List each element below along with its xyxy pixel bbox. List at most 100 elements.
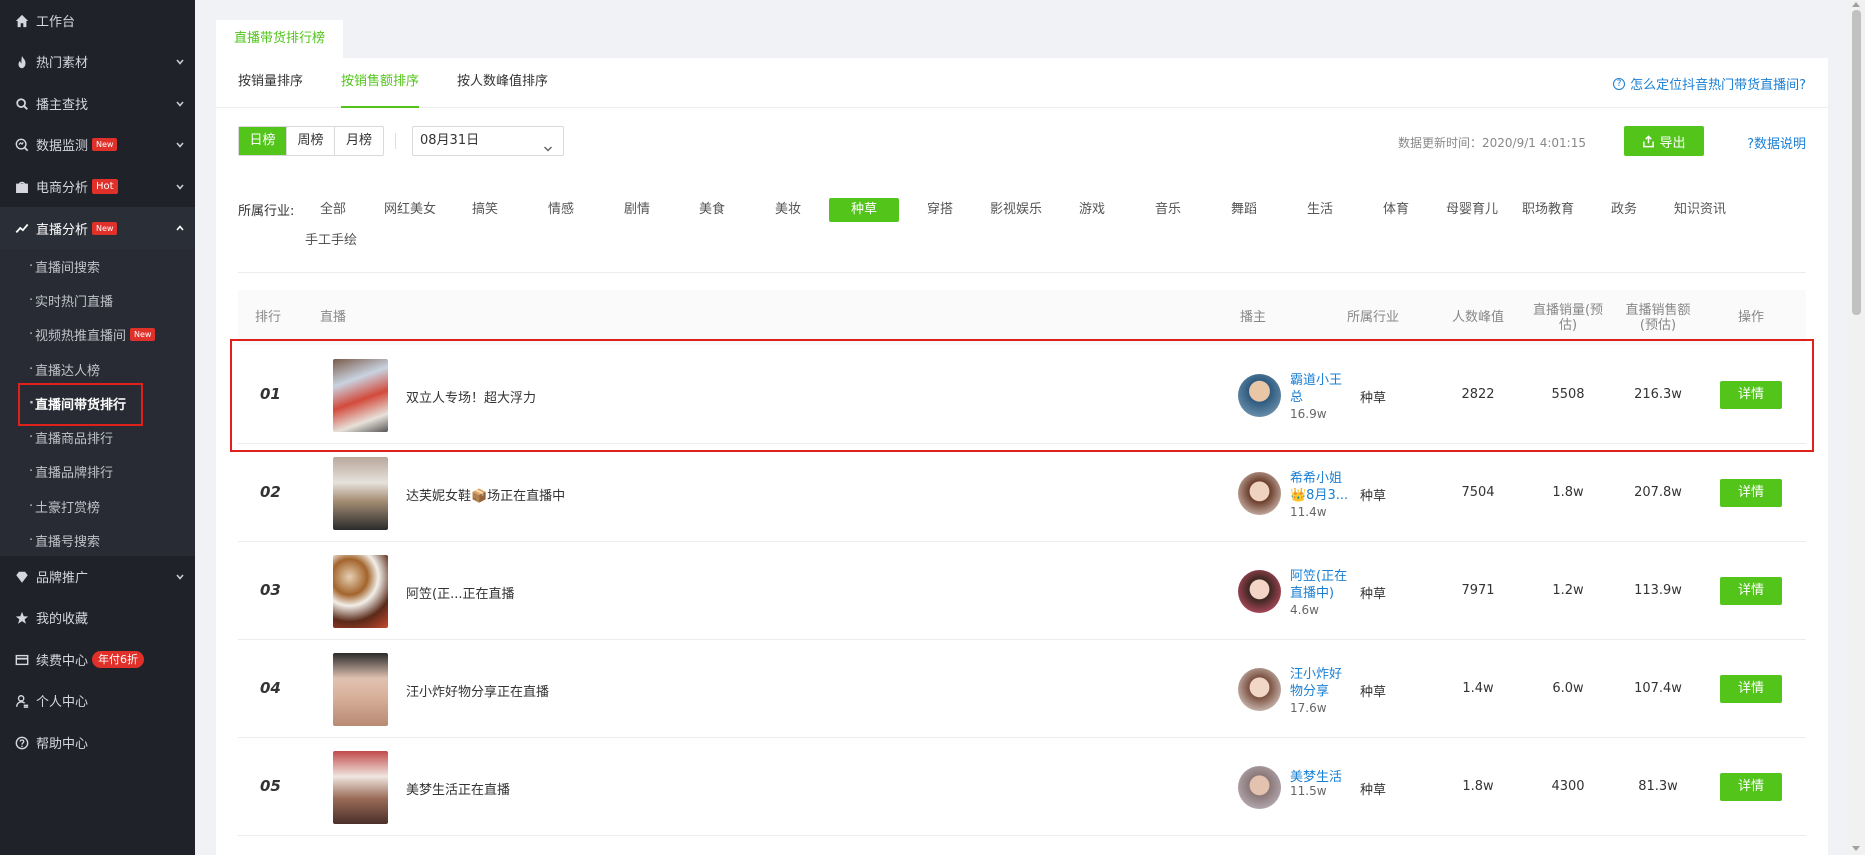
export-button[interactable]: 导出	[1624, 126, 1704, 156]
subnav-tip-rank[interactable]: 土豪打赏榜	[0, 489, 195, 523]
industry-chip[interactable]: 网红美女	[375, 198, 445, 222]
user-icon	[14, 693, 30, 709]
scroll-up-arrow[interactable]	[1852, 2, 1860, 7]
avatar[interactable]	[1238, 668, 1281, 711]
industry-chip[interactable]: 种草	[829, 198, 899, 222]
nav-personal[interactable]: 个人中心	[0, 680, 195, 722]
industry-chip[interactable]: 搞笑	[450, 198, 520, 222]
host-name[interactable]: 汪小炸好 物分享	[1290, 666, 1352, 700]
live-title[interactable]: 阿笠(正...正在直播	[406, 583, 514, 602]
data-explain-link[interactable]: ?数据说明	[1747, 133, 1806, 152]
th-peak: 人数峰值	[1451, 310, 1504, 325]
host-name-line1: 希希小姐	[1290, 471, 1343, 486]
table-row[interactable]: 04 汪小炸好物分享正在直播 汪小炸好 物分享 17.6w 种草 1.4w 6.0…	[238, 641, 1806, 738]
subnav-live-sales-rank[interactable]: 直播间带货排行	[0, 383, 195, 426]
avatar[interactable]	[1238, 766, 1281, 809]
detail-button[interactable]: 详情	[1720, 773, 1782, 801]
scroll-down-arrow[interactable]	[1852, 846, 1860, 851]
avatar[interactable]	[1238, 472, 1281, 515]
industry-chip[interactable]: 政务	[1589, 198, 1659, 222]
table-row[interactable]: 05 美梦生活正在直播 美梦生活 11.5w 种草 1.8w 4300 81.3…	[238, 739, 1806, 836]
live-thumbnail[interactable]	[333, 555, 388, 628]
subnav-product-rank[interactable]: 直播商品排行	[0, 420, 195, 454]
industry-chip[interactable]: 母婴育儿	[1437, 198, 1507, 222]
nav-renewal[interactable]: 续费中心 年付6折	[0, 639, 195, 681]
subnav-label: 直播达人榜	[35, 363, 101, 379]
period-selector: 日榜 周榜 月榜	[238, 126, 384, 156]
nav-brand-promo[interactable]: 品牌推广	[0, 556, 195, 598]
new-badge: New	[92, 221, 118, 235]
nav-help[interactable]: 帮助中心	[0, 722, 195, 764]
period-weekly[interactable]: 周榜	[287, 127, 335, 155]
industry-chip[interactable]: 剧情	[602, 198, 672, 222]
nav-hot-material[interactable]: 热门素材	[0, 41, 195, 83]
amount-cell: 207.8w	[1634, 485, 1682, 500]
subnav-realtime-hot[interactable]: 实时热门直播	[0, 283, 195, 317]
industry-chip[interactable]: 穿搭	[905, 198, 975, 222]
detail-button[interactable]: 详情	[1720, 577, 1782, 605]
industry-chip[interactable]: 手工手绘	[296, 229, 366, 253]
period-daily[interactable]: 日榜	[239, 127, 287, 155]
vertical-scrollbar[interactable]	[1848, 0, 1865, 855]
tab-sort-by-peak[interactable]: 按人数峰值排序	[457, 58, 548, 108]
table-row[interactable]: 02 达芙妮女鞋📦场正在直播中 希希小姐 👑8月3... 11.4w 种草 750…	[238, 445, 1806, 542]
tab-live-sales-ranking[interactable]: 直播带货排行榜	[216, 20, 344, 58]
subnav-video-hot-live[interactable]: 视频热推直播间New	[0, 317, 195, 351]
live-title[interactable]: 汪小炸好物分享正在直播	[406, 681, 549, 700]
industry-chip[interactable]: 影视娱乐	[981, 198, 1051, 222]
subnav-live-talent[interactable]: 直播达人榜	[0, 352, 195, 386]
industry-chip[interactable]: 职场教育	[1513, 198, 1583, 222]
live-thumbnail[interactable]	[333, 751, 388, 824]
host-name[interactable]: 希希小姐 👑8月3...	[1290, 470, 1352, 504]
nav-live-analysis[interactable]: 直播分析 New	[0, 207, 195, 249]
industry-chip[interactable]: 游戏	[1057, 198, 1127, 222]
th-sales-qty: 直播销量(预估)	[1532, 302, 1604, 333]
industry-chip[interactable]: 音乐	[1133, 198, 1203, 222]
monitor-icon	[14, 137, 30, 153]
subnav-live-search[interactable]: 直播间搜索	[0, 249, 195, 283]
detail-button[interactable]: 详情	[1720, 479, 1782, 507]
industry-chip[interactable]: 美妆	[753, 198, 823, 222]
industry-chip[interactable]: 体育	[1361, 198, 1431, 222]
peak-cell: 1.8w	[1462, 779, 1494, 794]
industry-chip[interactable]: 情感	[526, 198, 596, 222]
nav-ecommerce[interactable]: 电商分析 Hot	[0, 166, 195, 208]
nav-workbench[interactable]: 工作台	[0, 0, 195, 42]
date-select[interactable]: 08月31日	[412, 126, 564, 156]
export-icon	[1643, 134, 1655, 147]
hot-badge: Hot	[92, 179, 118, 195]
th-rank: 排行	[254, 310, 281, 325]
search-icon	[14, 96, 30, 112]
nav-host-search[interactable]: 播主查找	[0, 83, 195, 125]
industry-chip[interactable]: 生活	[1285, 198, 1355, 222]
rank-number: 04	[260, 679, 281, 697]
table-row[interactable]: 03 阿笠(正...正在直播 阿笠(正在 直播中) 4.6w 种草 7971 1.…	[238, 543, 1806, 640]
help-link[interactable]: ? 怎么定位抖音热门带货直播间?	[1613, 74, 1806, 93]
subnav-brand-rank[interactable]: 直播品牌排行	[0, 454, 195, 488]
nav-data-monitor[interactable]: 数据监测 New	[0, 124, 195, 166]
tab-sort-by-amount[interactable]: 按销售额排序	[341, 58, 420, 108]
industry-chip[interactable]: 舞蹈	[1209, 198, 1279, 222]
period-monthly[interactable]: 月榜	[335, 127, 383, 155]
star-icon	[14, 610, 30, 626]
live-title[interactable]: 美梦生活正在直播	[406, 779, 510, 798]
divider	[238, 272, 1806, 273]
tab-sort-by-volume[interactable]: 按销量排序	[238, 58, 303, 108]
subnav-live-id-search[interactable]: 直播号搜索	[0, 523, 195, 557]
industry-chip[interactable]: 美食	[677, 198, 747, 222]
host-name[interactable]: 阿笠(正在 直播中)	[1290, 568, 1352, 602]
nav-favorites[interactable]: 我的收藏	[0, 597, 195, 639]
nav-label: 数据监测	[36, 139, 89, 155]
chevron-down-icon	[175, 56, 185, 66]
new-badge: New	[130, 327, 156, 341]
avatar[interactable]	[1238, 570, 1281, 613]
live-thumbnail[interactable]	[333, 457, 388, 530]
scroll-thumb[interactable]	[1852, 10, 1861, 315]
live-thumbnail[interactable]	[333, 653, 388, 726]
industry-chip[interactable]: 全部	[298, 198, 368, 222]
industry-chip[interactable]: 知识资讯	[1665, 198, 1735, 222]
nav-label: 工作台	[36, 15, 76, 31]
live-title[interactable]: 达芙妮女鞋📦场正在直播中	[406, 485, 565, 504]
detail-button[interactable]: 详情	[1720, 675, 1782, 703]
th-host: 播主	[1239, 310, 1266, 325]
